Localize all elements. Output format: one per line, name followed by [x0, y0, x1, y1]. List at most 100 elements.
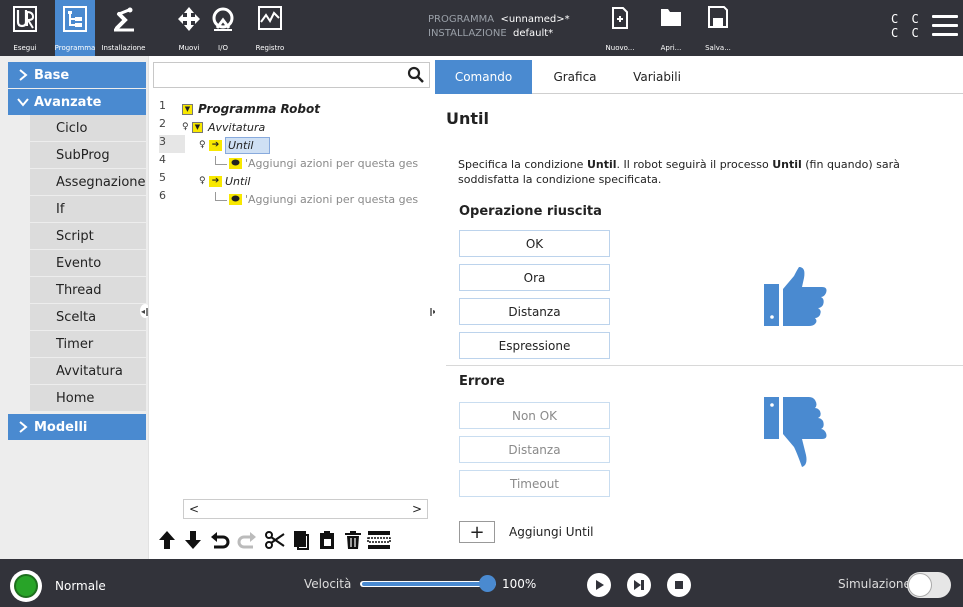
paste-button[interactable]	[317, 530, 337, 550]
menu-item-script[interactable]: Script	[30, 223, 146, 249]
category-base[interactable]: Base	[8, 62, 146, 88]
nav-registro[interactable]: Registro	[254, 0, 286, 56]
undo-icon	[211, 532, 230, 549]
until-not-ok-button[interactable]: Non OK	[459, 402, 610, 429]
tab-grafica[interactable]: Grafica	[542, 60, 608, 94]
add-until-button[interactable]: + Aggiungi Until	[459, 521, 594, 543]
simulation-toggle[interactable]	[907, 572, 951, 598]
program-info: PROGRAMMA <unnamed>* INSTALLAZIONE defau…	[428, 13, 570, 41]
menu-item-label: Script	[56, 228, 94, 244]
tree-node-avvitatura[interactable]: ♀ ▼ Avvitatura	[182, 118, 265, 136]
category-label: Avanzate	[34, 94, 102, 110]
speed-value: 100%	[502, 577, 537, 591]
until-ok-button[interactable]: OK	[459, 230, 610, 257]
stop-button[interactable]	[667, 573, 691, 597]
top-bar: Esegui Programma Installazione Muovi I/O…	[0, 0, 963, 56]
move-down-button[interactable]	[183, 530, 203, 550]
desc-bold: Until	[586, 158, 617, 171]
undo-button[interactable]	[210, 530, 230, 550]
tree-node-placeholder[interactable]: 'Aggiungi azioni per questa ges	[215, 154, 418, 172]
menu-item-ciclo[interactable]: Ciclo	[30, 115, 146, 141]
category-label: Modelli	[34, 419, 88, 435]
redo-button[interactable]	[237, 530, 257, 550]
menu-item-assegnazione[interactable]: Assegnazione	[30, 169, 146, 195]
tree-search-input[interactable]	[154, 63, 399, 85]
thumbs-up-icon	[764, 267, 827, 326]
trash-icon	[345, 531, 361, 549]
tab-comando[interactable]: Comando	[435, 60, 532, 94]
nav-io[interactable]: I/O	[211, 0, 235, 56]
control-status-line: C C	[891, 12, 922, 26]
tree-search-box[interactable]	[153, 62, 430, 88]
tab-variabili[interactable]: Variabili	[618, 60, 696, 94]
power-button[interactable]	[10, 570, 42, 602]
chevron-right-icon	[19, 69, 28, 81]
tree-node-until-selected[interactable]: ♀ ➔ Until	[199, 136, 271, 154]
tree-node-label: Until	[225, 136, 271, 154]
scroll-right-icon[interactable]: >	[407, 500, 427, 518]
hamburger-menu-icon[interactable]	[932, 15, 958, 37]
control-status: C C C C	[891, 12, 922, 40]
category-modelli[interactable]: Modelli	[8, 414, 146, 440]
menu-item-timer[interactable]: Timer	[30, 331, 146, 357]
speed-label: Velocità	[304, 577, 352, 591]
nav-label: I/O	[218, 44, 228, 52]
menu-item-avvitatura[interactable]: Avvitatura	[30, 358, 146, 384]
nav-label: Esegui	[13, 44, 37, 52]
speed-slider[interactable]	[360, 575, 496, 592]
category-avanzate[interactable]: Avanzate	[8, 89, 146, 115]
move-up-button[interactable]	[157, 530, 177, 550]
until-error-distance-button[interactable]: Distanza	[459, 436, 610, 463]
copy-button[interactable]	[291, 530, 311, 550]
tree-node-until[interactable]: ♀ ➔ Until	[199, 172, 250, 190]
program-name: <unnamed>*	[500, 14, 570, 25]
expand-triangle-icon[interactable]: ▼	[192, 121, 203, 133]
section-divider	[446, 365, 963, 366]
menu-item-thread[interactable]: Thread	[30, 277, 146, 303]
search-button[interactable]	[403, 63, 429, 87]
until-expression-button[interactable]: Espressione	[459, 332, 610, 359]
menu-item-label: If	[56, 201, 65, 217]
menu-item-subprog[interactable]: SubProg	[30, 142, 146, 168]
stop-icon	[675, 581, 683, 589]
until-time-button[interactable]: Ora	[459, 264, 610, 291]
nav-label: Installazione	[101, 44, 146, 52]
scroll-left-icon[interactable]: <	[184, 500, 204, 518]
speed-slider-handle[interactable]	[479, 575, 496, 592]
until-distance-button[interactable]: Distanza	[459, 298, 610, 325]
menu-item-scelta[interactable]: Scelta	[30, 304, 146, 330]
play-button[interactable]	[587, 573, 611, 597]
new-button[interactable]: Nuovo...	[605, 0, 635, 56]
play-icon	[596, 580, 604, 590]
cut-button[interactable]	[265, 530, 285, 550]
expand-triangle-icon[interactable]: ▼	[182, 103, 193, 115]
tree-node-program[interactable]: ▼ Programma Robot	[182, 100, 320, 118]
open-button[interactable]: Apri...	[656, 0, 686, 56]
menu-item-evento[interactable]: Evento	[30, 250, 146, 276]
nav-esegui[interactable]: Esegui	[8, 0, 42, 56]
node-pin-icon: ♀	[182, 122, 189, 132]
step-button[interactable]	[627, 573, 651, 597]
node-pin-icon: ♀	[199, 140, 206, 150]
save-button[interactable]: Salva...	[703, 0, 733, 56]
suppress-button[interactable]	[367, 530, 391, 550]
bottom-bar: Normale Velocità 100% Simulazione	[0, 559, 963, 607]
nav-programma[interactable]: Programma	[55, 0, 95, 56]
nav-muovi[interactable]: Muovi	[177, 0, 201, 56]
menu-item-home[interactable]: Home	[30, 385, 146, 411]
line-number: 3	[159, 135, 185, 153]
nav-installazione[interactable]: Installazione	[96, 0, 151, 56]
node-pin-icon: ♀	[199, 176, 206, 186]
tree-node-placeholder[interactable]: 'Aggiungi azioni per questa ges	[215, 190, 418, 208]
desc-text: . Il robot seguirà il processo	[616, 158, 773, 171]
line-number: 5	[159, 171, 166, 184]
menu-item-if[interactable]: If	[30, 196, 146, 222]
tree-horizontal-scrollbar[interactable]: < >	[183, 499, 428, 519]
tree-node-label: Until	[225, 174, 251, 188]
arrow-down-icon	[185, 531, 201, 549]
ur-logo-icon	[13, 6, 37, 32]
delete-button[interactable]	[343, 530, 363, 550]
node-description: Specifica la condizione Until. Il robot …	[458, 157, 938, 187]
toggle-knob	[908, 573, 932, 597]
until-timeout-button[interactable]: Timeout	[459, 470, 610, 497]
